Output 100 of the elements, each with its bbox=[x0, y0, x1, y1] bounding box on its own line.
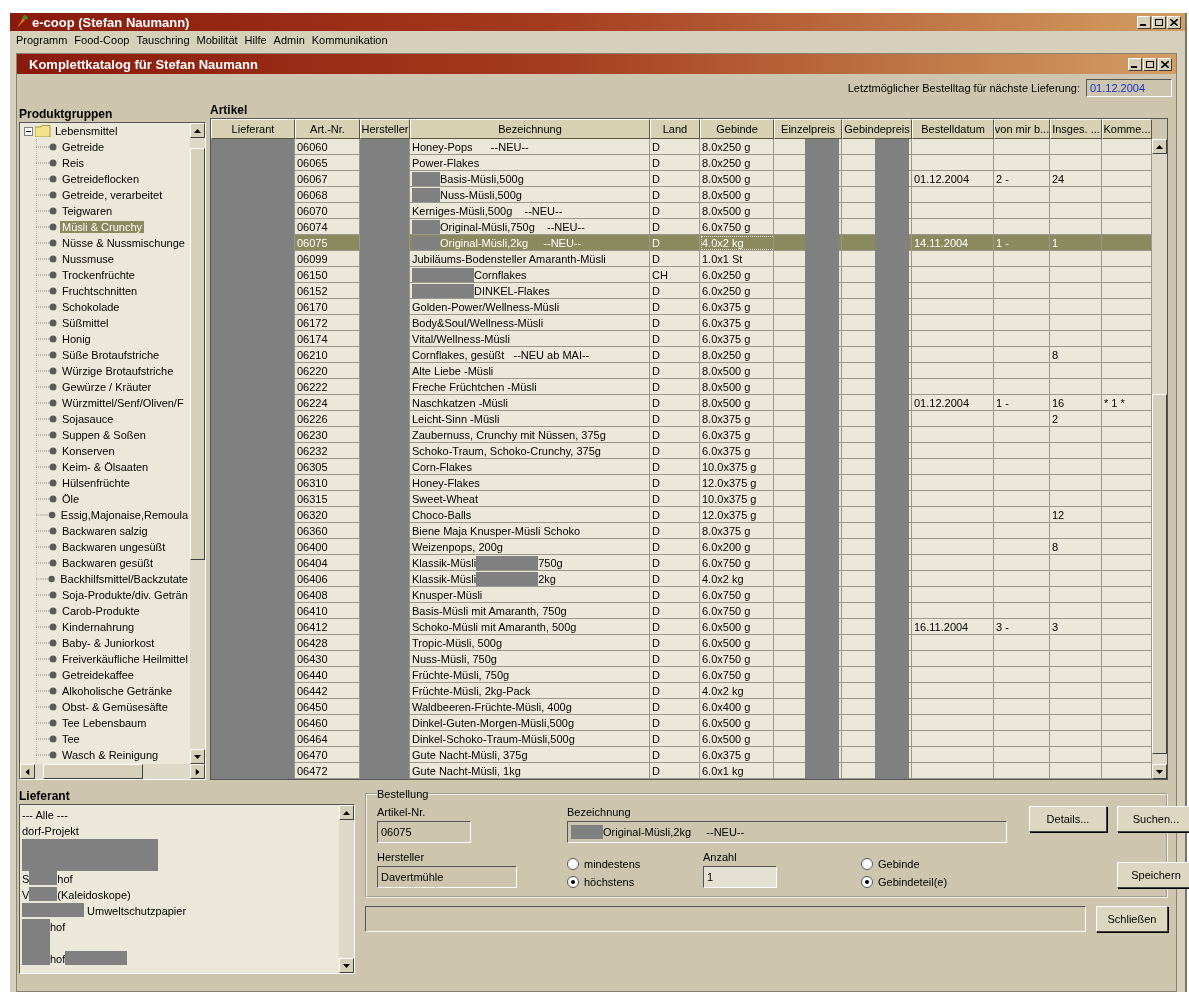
table-row[interactable]: 06067 Basis-Müsli,500g D 8.0x500 g 01.12.2004 2 - 24 bbox=[211, 171, 1152, 187]
tree-item[interactable]: Getreide, verarbeitet bbox=[60, 189, 165, 201]
table-row[interactable]: 06152 DINKEL-Flakes D 6.0x250 g bbox=[211, 283, 1152, 299]
column-header[interactable]: Insges. ... bbox=[1050, 119, 1102, 139]
tree-item[interactable]: Fruchtschnitten bbox=[60, 285, 140, 297]
scroll-up-button[interactable] bbox=[190, 123, 205, 138]
scrollbar[interactable] bbox=[1152, 139, 1167, 779]
table-row[interactable]: 06210 Cornflakes, gesüßt --NEU ab MAI-- D 8.0x250 g 8 bbox=[211, 347, 1152, 363]
list-item[interactable]: S hof bbox=[22, 871, 337, 887]
list-item[interactable]: hof bbox=[22, 919, 337, 951]
radio-option[interactable]: Gebindeteil(e) bbox=[861, 876, 1021, 888]
radio-option[interactable]: höchstens bbox=[567, 876, 695, 888]
tree-item[interactable]: Süßmittel bbox=[60, 317, 111, 329]
manufacturer-field[interactable]: Davertmühle bbox=[377, 866, 517, 888]
list-item[interactable]: Umweltschutzpapier bbox=[22, 903, 337, 919]
tree-item[interactable]: Backwaren salzig bbox=[60, 525, 150, 537]
tree-item[interactable]: Getreideflocken bbox=[60, 173, 142, 185]
tree-item[interactable]: Obst- & Gemüsesäfte bbox=[60, 701, 170, 713]
table-row[interactable]: 06232 Schoko-Traum, Schoko-Crunchy, 375g D 6.0x375 g bbox=[211, 443, 1152, 459]
menu-item[interactable]: Programm bbox=[16, 34, 68, 46]
scroll-right-button[interactable] bbox=[190, 764, 205, 779]
tree-item[interactable]: Honig bbox=[60, 333, 93, 345]
table-row[interactable]: 06230 Zaubernuss, Crunchy mit Nüssen, 375g D 6.0x375 g bbox=[211, 427, 1152, 443]
menu-item[interactable]: Kommunikation bbox=[311, 34, 388, 46]
tree-item[interactable]: Wasch & Reinigung bbox=[60, 749, 161, 761]
tree-item[interactable]: Reis bbox=[60, 157, 86, 169]
name-field[interactable]: Original-Müsli,2kg --NEU-- bbox=[567, 821, 1007, 843]
table-row[interactable]: 06360 Biene Maja Knusper-Müsli Schoko D 8.0x375 g bbox=[211, 523, 1152, 539]
tree-item[interactable]: Suppen & Soßen bbox=[60, 429, 148, 441]
scrollbar[interactable] bbox=[339, 805, 354, 973]
tree-item[interactable]: Getreide bbox=[60, 141, 107, 153]
scroll-down-button[interactable] bbox=[339, 958, 354, 973]
tree-item[interactable]: Gewürze / Kräuter bbox=[60, 381, 154, 393]
column-header[interactable]: Hersteller bbox=[360, 119, 410, 139]
table-row[interactable]: 06450 Waldbeeren-Früchte-Müsli, 400g D 6.0x400 g bbox=[211, 699, 1152, 715]
tree-item[interactable]: Tee Lebensbaum bbox=[60, 717, 149, 729]
tree-item[interactable]: Süße Brotaufstriche bbox=[60, 349, 162, 361]
tree-item[interactable]: Backwaren gesüßt bbox=[60, 557, 156, 569]
tree-item[interactable]: Nussmuse bbox=[60, 253, 116, 265]
search-button[interactable]: Suchen... bbox=[1117, 806, 1189, 832]
table-row[interactable]: 06305 Corn-Flakes D 10.0x375 g bbox=[211, 459, 1152, 475]
table-row[interactable]: 06404 Klassik-Müsli 750g D 6.0x750 g bbox=[211, 555, 1152, 571]
table-row[interactable]: 06460 Dinkel-Guten-Morgen-Müsli,500g D 6.0x500 g bbox=[211, 715, 1152, 731]
tree-item[interactable]: Müsli & Crunchy bbox=[60, 221, 145, 233]
table-row[interactable]: 06400 Weizenpops, 200g D 6.0x200 g 8 bbox=[211, 539, 1152, 555]
table-row[interactable]: 06472 Gute Nacht-Müsli, 1kg D 6.0x1 kg bbox=[211, 763, 1152, 779]
table-row[interactable]: 06074 Original-Müsli,750g --NEU-- D 6.0x750 g bbox=[211, 219, 1152, 235]
menu-item[interactable]: Food-Coop bbox=[74, 34, 130, 46]
table-row[interactable]: 06065 Power-Flakes D 8.0x250 g bbox=[211, 155, 1152, 171]
table-row[interactable]: 06442 Früchte-Müsli, 2kg-Pack D 4.0x2 kg bbox=[211, 683, 1152, 699]
scrollbar[interactable] bbox=[190, 123, 205, 764]
article-number-field[interactable]: 06075 bbox=[377, 821, 471, 843]
maximize-button[interactable] bbox=[1152, 15, 1166, 29]
tree-item[interactable]: Backhilfsmittel/Backzutate bbox=[58, 573, 190, 585]
column-header[interactable]: Land bbox=[650, 119, 700, 139]
radio-button[interactable] bbox=[861, 858, 873, 870]
column-header[interactable]: Gebindepreis bbox=[842, 119, 912, 139]
amount-field[interactable]: 1 bbox=[703, 866, 777, 888]
scroll-up-button[interactable] bbox=[1152, 139, 1167, 154]
tree-item[interactable]: Kindernahrung bbox=[60, 621, 137, 633]
maximize-button[interactable] bbox=[1143, 57, 1157, 71]
tree-item[interactable]: Nüsse & Nussmischunge bbox=[60, 237, 187, 249]
table-row[interactable]: 06224 Naschkatzen -Müsli D 8.0x500 g 01.12.2004 1 - 16 * 1 * bbox=[211, 395, 1152, 411]
close-button[interactable] bbox=[1158, 57, 1172, 71]
table-row[interactable]: 06412 Schoko-Müsli mit Amaranth, 500g D 6.0x500 g 16.11.2004 3 - 3 bbox=[211, 619, 1152, 635]
close-button[interactable]: Schließen bbox=[1096, 906, 1168, 932]
tree-item[interactable]: Hülsenfrüchte bbox=[60, 477, 132, 489]
table-row[interactable]: 06226 Leicht-Sinn -Müsli D 8.0x375 g 2 bbox=[211, 411, 1152, 427]
minimize-button[interactable] bbox=[1137, 15, 1151, 29]
table-row[interactable]: 06068 Nuss-Müsli,500g D 8.0x500 g bbox=[211, 187, 1152, 203]
tree-item[interactable]: Konserven bbox=[60, 445, 117, 457]
menu-item[interactable]: Tauschring bbox=[136, 34, 190, 46]
scrollbar[interactable] bbox=[20, 764, 205, 779]
tree-item[interactable]: Würzmittel/Senf/Oliven/F bbox=[60, 397, 186, 409]
radio-option[interactable]: Gebinde bbox=[861, 858, 1021, 870]
tree-item[interactable]: Sojasauce bbox=[60, 413, 116, 425]
table-row[interactable]: 06410 Basis-Müsli mit Amaranth, 750g D 6.0x750 g bbox=[211, 603, 1152, 619]
radio-button[interactable] bbox=[861, 876, 873, 888]
column-header[interactable]: Art.-Nr. bbox=[295, 119, 360, 139]
tree-item[interactable]: Öle bbox=[60, 493, 82, 505]
tree-item[interactable]: Würzige Brotaufstriche bbox=[60, 365, 176, 377]
column-header[interactable]: Lieferant bbox=[211, 119, 295, 139]
table-row[interactable]: 06470 Gute Nacht-Müsli, 375g D 6.0x375 g bbox=[211, 747, 1152, 763]
tree-item[interactable]: Freiverkäufliche Heilmittel bbox=[60, 653, 190, 665]
tree-item[interactable]: Essig,Majonaise,Remoula bbox=[58, 509, 190, 521]
table-row[interactable]: 06406 Klassik-Müsli 2kg D 4.0x2 kg bbox=[211, 571, 1152, 587]
table-row[interactable]: 06099 Jubiläums-Bodensteller Amaranth-Müsli D 1.0x1 St bbox=[211, 251, 1152, 267]
menu-item[interactable]: Mobilität bbox=[196, 34, 238, 46]
tree-item[interactable]: Carob-Produkte bbox=[60, 605, 142, 617]
table-row[interactable]: 06408 Knusper-Müsli D 6.0x750 g bbox=[211, 587, 1152, 603]
table-row[interactable]: 06150 Cornflakes CH 6.0x250 g bbox=[211, 267, 1152, 283]
collapse-icon[interactable] bbox=[24, 126, 33, 136]
tree-item[interactable]: Lebensmittel bbox=[53, 125, 120, 137]
details-button[interactable]: Details... bbox=[1029, 806, 1107, 832]
column-header[interactable]: Bezeichnung bbox=[410, 119, 650, 139]
scroll-down-button[interactable] bbox=[190, 749, 205, 764]
table-row[interactable]: 06315 Sweet-Wheat D 10.0x375 g bbox=[211, 491, 1152, 507]
deadline-field[interactable]: 01.12.2004 bbox=[1086, 79, 1172, 97]
tree-item[interactable]: Tee bbox=[60, 733, 82, 745]
save-button[interactable]: Speichern bbox=[1117, 862, 1189, 888]
